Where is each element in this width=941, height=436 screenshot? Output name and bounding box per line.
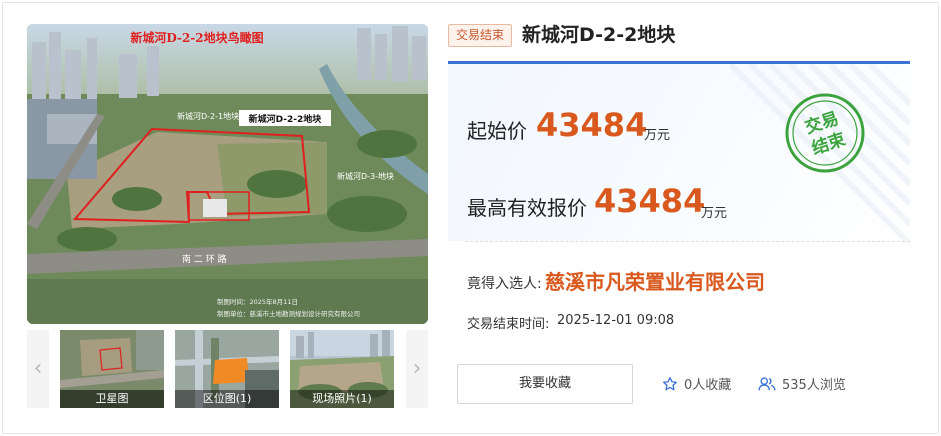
best-bid-label: 最高有效报价 — [467, 196, 587, 220]
winner-label: 竟得入选人: — [467, 276, 542, 292]
status-badge: 交易结束 — [448, 24, 512, 47]
gallery-prev-button[interactable]: ‹ — [27, 330, 49, 408]
thumbnail-satellite[interactable]: 卫星图 — [60, 330, 164, 408]
thumbnail-site-photo[interactable]: 现场照片(1) — [290, 330, 394, 408]
photo-caption-top: 新城河D-2-2地块鸟瞰图 — [130, 30, 263, 45]
thumbnail-location-label: 区位图(1) — [175, 390, 279, 408]
photo-callout-d3: 新城河D-3-地块 — [337, 171, 394, 181]
favorites-stat: 0人收藏 — [662, 374, 731, 393]
thumbnail-satellite-label: 卫星图 — [60, 390, 164, 408]
thumbnail-location[interactable]: 区位图(1) — [175, 330, 279, 408]
price-panel: 起始价 43484 万元 最高有效报价 43484 万元 交易 结束 — [448, 61, 910, 241]
favorites-count: 0人收藏 — [684, 378, 732, 393]
chevron-right-icon: › — [412, 356, 422, 381]
lot-title: 新城河D-2-2地块 — [522, 24, 676, 46]
gallery-next-button[interactable]: › — [406, 330, 428, 408]
users-icon — [758, 376, 776, 390]
start-price-unit: 万元 — [644, 128, 671, 143]
end-time-value: 2025-12-01 09:08 — [557, 313, 675, 328]
best-bid-value: 43484 — [594, 182, 706, 220]
thumbnail-site-photo-label: 现场照片(1) — [290, 390, 394, 408]
add-favorite-button[interactable]: 我要收藏 — [457, 364, 633, 404]
start-price-value: 43484 — [536, 106, 648, 144]
best-bid-unit: 万元 — [701, 206, 728, 221]
photo-callout-d21: 新城河D-2-1地块 — [177, 111, 239, 121]
section-divider — [465, 241, 910, 242]
photo-road-label: 南 二 环 路 — [182, 253, 227, 265]
star-icon — [663, 376, 677, 390]
deal-closed-stamp-icon: 交易 结束 — [785, 93, 865, 173]
chevron-left-icon: ‹ — [33, 356, 43, 381]
views-stat: 535人浏览 — [758, 374, 846, 393]
winner-value: 慈溪市凡荣置业有限公司 — [545, 270, 765, 294]
photo-callout-d22: 新城河D-2-2地块 — [249, 113, 323, 125]
views-count: 535人浏览 — [782, 378, 846, 393]
photo-footer-time: 制图时间：2025年8月11日 — [217, 297, 298, 306]
end-time-label: 交易结束时间: — [467, 317, 550, 332]
start-price-label: 起始价 — [467, 119, 527, 143]
photo-footer-unit: 制图单位：慈溪市土地勘测规划设计研究有限公司 — [217, 309, 360, 318]
thumbnail-strip: ‹ 卫星图 区位图(1) 现场照片(1) › — [27, 330, 428, 408]
main-aerial-photo[interactable]: 新城河D-2-2地块鸟瞰图 新城河D-2-1地块 新城河D-2-2地块 新城河D… — [27, 24, 428, 324]
